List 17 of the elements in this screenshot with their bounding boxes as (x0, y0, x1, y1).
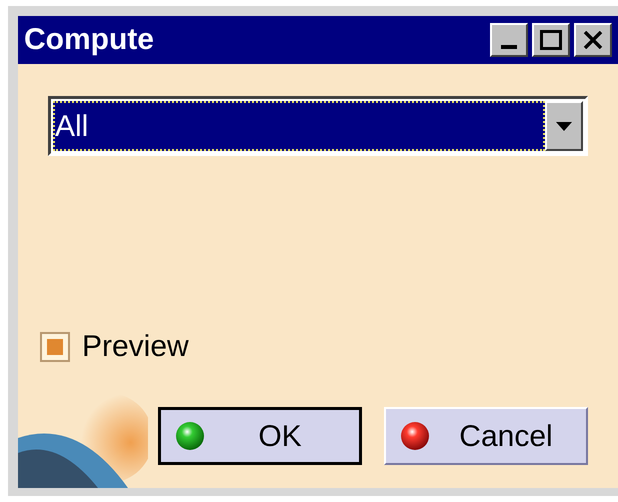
dialog-button[interactable]: Cancel (384, 407, 588, 465)
preview-label: Preview (82, 329, 189, 365)
minimize-button[interactable] (490, 23, 528, 57)
caret-icon (556, 122, 572, 130)
window-title: Compute (24, 25, 154, 55)
maximize-icon (540, 30, 562, 50)
status-light-icon (400, 421, 430, 451)
dropdown-arrow-button[interactable] (545, 101, 583, 151)
dropdown-value: All (53, 101, 545, 151)
minimize-icon (501, 45, 517, 49)
close-icon (583, 31, 603, 49)
dropdown[interactable]: All (48, 96, 588, 156)
dialog-button[interactable]: OK (158, 407, 362, 465)
maximize-button[interactable] (532, 23, 570, 57)
checkbox[interactable] (40, 332, 70, 362)
close-button[interactable] (574, 23, 612, 57)
status-light-icon (175, 421, 205, 451)
